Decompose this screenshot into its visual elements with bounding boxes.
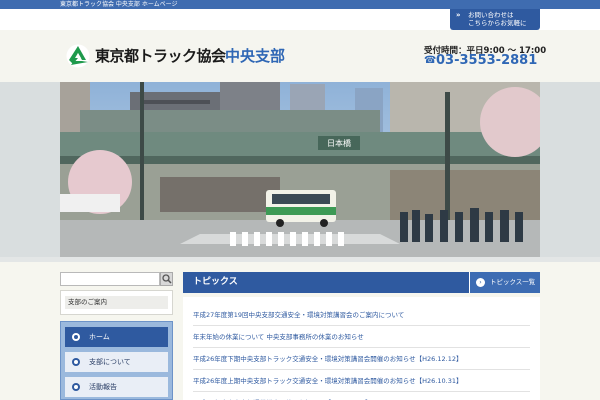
circle-bullet-icon [72,358,80,366]
sidebar-item-about[interactable]: 支部について [65,352,168,372]
topics-title: トピックス [193,277,238,287]
circle-bullet-icon [72,333,80,341]
magnifier-icon [162,274,172,284]
sidebar-item-label: ホーム [89,333,110,341]
hero-photo-nihonbashi: 日本橋 [60,82,540,257]
sidebar-nav: ホーム 支部について 活動報告 [60,321,173,400]
search-button[interactable] [160,272,173,286]
topics-list: 平成27年度第19回中央支部交通安全・環境対策講習会のご案内について 年末年始の… [183,297,540,400]
hero-banner: 日本橋 [0,82,600,257]
sidebar-item-activities[interactable]: 活動報告 [65,377,168,397]
topic-link[interactable]: 年末年始の休業について 中央支部事務所の休業のお知らせ [193,326,530,348]
circle-bullet-icon [72,383,80,391]
site-header: 東京都トラック協会 中央支部 受付時間：平日9:00 〜 17:00 ☎ 03-… [0,30,600,82]
contact-button[interactable]: » お問い合わせは こちらからお気軽に [450,9,540,30]
sidebar-item-label: 活動報告 [89,383,117,391]
logo-title[interactable]: 東京都トラック協会 [95,45,226,66]
top-bar: 東京都トラック協会 中央支部 ホームページ [0,0,600,9]
search-input[interactable] [60,272,160,286]
logo-subtitle[interactable]: 中央支部 [225,45,285,66]
arrow-right-icon: › [476,278,485,287]
sidebar-info-box: 支部のご案内 [60,290,173,315]
topic-link[interactable]: 平成26年度中央支部通常総会開催のお知らせ【H26.05.22】 [193,392,530,400]
top-bar-text: 東京都トラック協会 中央支部 ホームページ [60,1,178,8]
telephone-icon: ☎ [424,55,437,66]
topics-header: トピックス › トピックス一覧 [183,272,540,293]
contact-line-1: お問い合わせは [468,11,514,19]
contact-line-2: こちらからお気軽に [468,19,527,27]
topics-all-label: トピックス一覧 [490,278,536,286]
topic-link[interactable]: 平成26年度下期中央支部トラック交通安全・環境対策講習会開催のお知らせ【H26.… [193,348,530,370]
double-chevron-right-icon: » [456,11,461,19]
topic-link[interactable]: 平成27年度第19回中央支部交通安全・環境対策講習会のご案内について [193,304,530,326]
topic-link[interactable]: 平成26年度上期中央支部トラック交通安全・環境対策講習会開催のお知らせ【H26.… [193,370,530,392]
bridge-sign-text: 日本橋 [327,138,351,148]
sidebar-item-home[interactable]: ホーム [65,327,168,347]
sidebar-item-label: 支部について [89,358,131,366]
sidebar-info-label[interactable]: 支部のご案内 [65,296,168,309]
triangle-arrows-logo-icon[interactable] [66,44,90,68]
topics-all-button[interactable]: › トピックス一覧 [469,272,540,293]
phone-number: 03-3553-2881 [436,53,538,68]
